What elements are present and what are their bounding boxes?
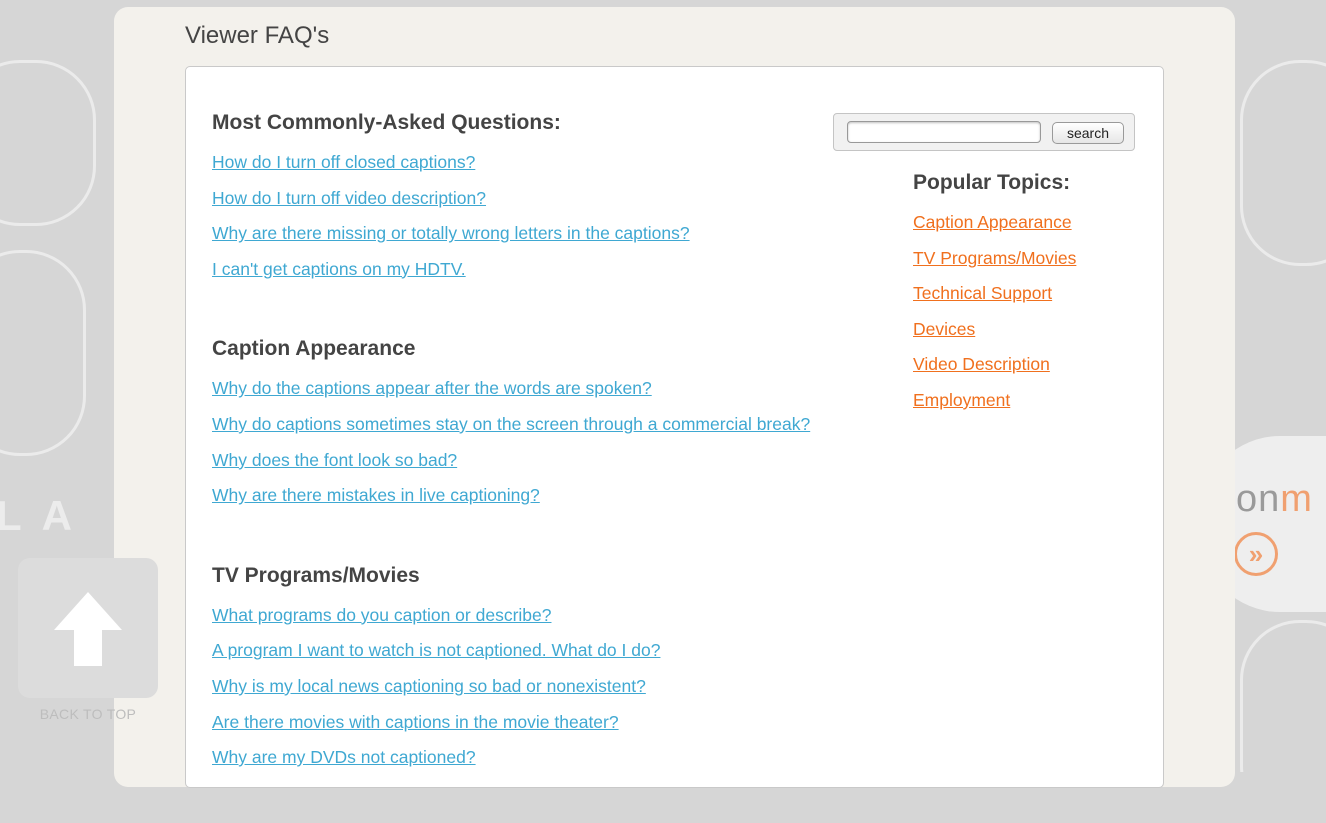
section-heading: TV Programs/Movies [212,563,420,587]
arrow-up-icon [54,592,122,666]
faq-section: Most Commonly-Asked Questions: How do I … [212,108,852,294]
faq-link[interactable]: Why do captions sometimes stay on the sc… [212,414,810,434]
faq-link[interactable]: Are there movies with captions in the mo… [212,712,619,732]
faq-link[interactable]: Why is my local news captioning so bad o… [212,676,646,696]
page-title: Viewer FAQ's [185,22,330,49]
search-input[interactable] [847,121,1041,143]
faq-column: Most Commonly-Asked Questions: How do I … [212,108,852,823]
faq-link[interactable]: Why are there missing or totally wrong l… [212,223,690,243]
section-heading: Most Commonly-Asked Questions: [212,111,561,134]
faq-section: TV Programs/Movies What programs do you … [212,561,852,783]
topic-link[interactable]: TV Programs/Movies [913,248,1076,268]
section-heading: Caption Appearance [212,337,416,361]
popular-topics: Popular Topics: Caption Appearance TV Pr… [913,168,1143,426]
topic-link[interactable]: Employment [913,390,1010,410]
faq-link[interactable]: Why does the font look so bad? [212,450,457,470]
faq-link[interactable]: I can't get captions on my HDTV. [212,259,466,279]
faq-link[interactable]: Why are my DVDs not captioned? [212,747,476,767]
topic-link[interactable]: Video Description [913,354,1050,374]
back-to-top-button[interactable] [18,558,158,698]
faq-link[interactable]: What programs do you caption or describe… [212,605,551,625]
faq-link[interactable]: How do I turn off video description? [212,188,486,208]
popular-topics-heading: Popular Topics: [913,171,1071,194]
topic-link[interactable]: Caption Appearance [913,212,1072,232]
faq-section: Caption Appearance Why do the captions a… [212,334,852,520]
faq-link[interactable]: A program I want to watch is not caption… [212,640,660,660]
topic-link[interactable]: Technical Support [913,283,1052,303]
faq-link[interactable]: Why are there mistakes in live captionin… [212,485,540,505]
background-letters: LA [0,492,92,539]
double-chevron-right-icon[interactable]: » [1234,532,1278,576]
faq-link[interactable]: Why do the captions appear after the wor… [212,378,652,398]
back-to-top-label[interactable]: BACK TO TOP [18,706,158,722]
brand-text: onm [1236,478,1313,520]
search-box: search [833,113,1135,151]
search-button[interactable]: search [1052,122,1124,144]
topic-link[interactable]: Devices [913,319,975,339]
faq-link[interactable]: How do I turn off closed captions? [212,152,475,172]
